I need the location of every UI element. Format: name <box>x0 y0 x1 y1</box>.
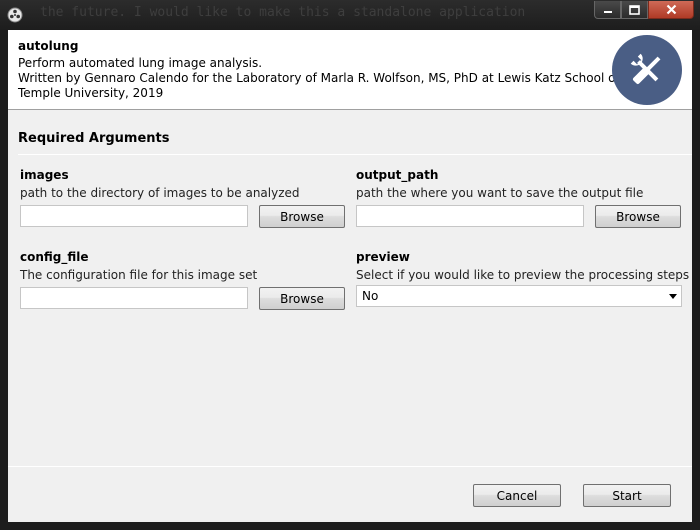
images-input[interactable] <box>20 205 248 227</box>
header-panel: autolung Perform automated lung image an… <box>8 30 692 110</box>
window-border-right <box>692 30 700 530</box>
preview-select[interactable]: No <box>356 285 682 307</box>
images-browse-button[interactable]: Browse <box>259 205 345 228</box>
background-window-text: the future. I would like to make this a … <box>40 5 526 20</box>
section-title: Required Arguments <box>18 131 170 146</box>
preview-selected-value: No <box>362 289 379 303</box>
config-file-help: The configuration file for this image se… <box>20 268 258 282</box>
output-path-input[interactable] <box>356 205 584 227</box>
institution-line: Temple University, 2019 <box>18 86 164 100</box>
minimize-icon <box>603 10 612 13</box>
window-controls <box>594 1 694 19</box>
chevron-down-icon <box>669 294 677 299</box>
footer-divider <box>8 466 692 467</box>
preview-help: Select if you would like to preview the … <box>356 268 690 282</box>
maximize-button[interactable] <box>621 1 648 19</box>
window-titlebar[interactable]: the future. I would like to make this a … <box>0 0 700 30</box>
maximize-icon <box>629 4 640 15</box>
preview-label: preview <box>356 250 410 264</box>
close-button[interactable] <box>648 1 694 19</box>
output-path-label: output_path <box>356 168 439 182</box>
app-icon[interactable] <box>7 7 23 23</box>
tools-icon <box>612 35 682 105</box>
config-file-browse-button[interactable]: Browse <box>259 287 345 310</box>
cancel-button[interactable]: Cancel <box>473 484 561 507</box>
output-path-browse-button[interactable]: Browse <box>595 205 681 228</box>
images-label: images <box>20 168 69 182</box>
config-file-input[interactable] <box>20 287 248 309</box>
program-description: Perform automated lung image analysis. <box>18 56 263 70</box>
start-button[interactable]: Start <box>583 484 671 507</box>
images-help: path to the directory of images to be an… <box>20 186 300 200</box>
dialog-body: autolung Perform automated lung image an… <box>8 30 692 522</box>
minimize-button[interactable] <box>594 1 621 19</box>
program-title: autolung <box>18 39 79 53</box>
section-divider <box>18 154 692 155</box>
close-icon <box>666 4 676 15</box>
author-line: Written by Gennaro Calendo for the Labor… <box>18 71 678 85</box>
config-file-label: config_file <box>20 250 89 264</box>
window-border-left <box>0 30 8 530</box>
window-border-bottom <box>0 522 700 530</box>
output-path-help: path the where you want to save the outp… <box>356 186 644 200</box>
